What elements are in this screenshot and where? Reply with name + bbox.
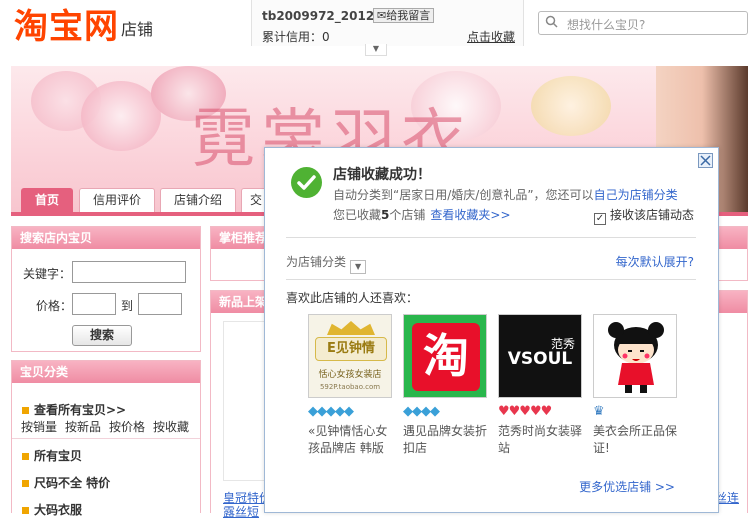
sort-by-favorites[interactable]: 按收藏: [153, 418, 189, 435]
checkbox-icon[interactable]: ✓: [594, 213, 606, 225]
price-label: 价格：: [36, 299, 73, 313]
keyword-label: 关键字：: [23, 267, 72, 281]
category-label: 尺码不全 特价: [34, 476, 111, 490]
success-check-icon: [291, 167, 322, 198]
divider: [286, 279, 696, 280]
receive-updates-label: 接收该店铺动态: [610, 208, 695, 222]
shop-logo[interactable]: 范秀 VSOUL: [498, 314, 582, 398]
collected-count-text: 您已收藏5个店铺 查看收藏夹>>: [333, 206, 511, 223]
recommended-shop[interactable]: ♛ 美衣会所正品保证!: [593, 314, 677, 457]
auto-prefix: 自动分类到: [333, 188, 394, 202]
message-icon: ✉: [377, 9, 387, 22]
shop-name[interactable]: 美衣会所正品保证!: [593, 423, 677, 457]
tab-home[interactable]: 首页: [21, 188, 73, 212]
price-max-input[interactable]: [138, 293, 182, 315]
collected-suffix: 个店铺: [389, 208, 426, 222]
panel-title: 宝贝分类: [12, 361, 200, 383]
taobao-logo[interactable]: 淘宝网 店铺: [14, 0, 154, 47]
category-label: 大码衣服: [34, 503, 83, 517]
bullet-icon: [22, 407, 29, 414]
crown-icon: [327, 321, 375, 335]
product-thumb[interactable]: [223, 321, 268, 481]
sort-by-sales[interactable]: 按销量: [21, 418, 57, 435]
category-item[interactable]: 所有宝贝: [22, 447, 82, 464]
view-favorites-link[interactable]: 查看收藏夹>>: [430, 208, 510, 222]
credit-info: 累计信用：0: [262, 28, 330, 45]
collected-prefix: 您已收藏: [333, 208, 382, 222]
recommended-shop[interactable]: 范秀 VSOUL ♥♥♥♥♥ 范秀时尚女装驿站: [498, 314, 582, 457]
flower-decoration: [81, 81, 161, 151]
credit-label: 累计信用：: [262, 30, 323, 44]
leave-message-label: 给我留言: [386, 9, 431, 22]
also-like-label: 喜欢此店铺的人还喜欢：: [286, 291, 419, 305]
diamond-rank-icon: ◆◆◆◆: [403, 404, 440, 419]
tab-credit-rating[interactable]: 信用评价: [79, 188, 155, 212]
flower-decoration: [531, 76, 611, 136]
shop-logo[interactable]: E见钟情 恬心女孩女装店 592P.taobao.com: [308, 314, 392, 398]
auto-category-text: 自动分类到“居家日用/婚庆/创意礼品”，您还可以自己为店铺分类: [333, 186, 678, 203]
shop-name[interactable]: «见钟情恬心女孩品牌店 韩版: [308, 423, 392, 457]
shop-logo-text: E见钟情: [315, 337, 387, 361]
top-bar: 淘宝网 店铺 tb2009972_2012 ✉给我留言 累计信用：0 点击收藏 …: [0, 0, 748, 56]
search-button[interactable]: 搜索: [72, 325, 132, 346]
credit-value: 0: [322, 30, 330, 44]
panel-title: 搜索店内宝贝: [12, 227, 200, 249]
shop-logo-url: 592P.taobao.com: [319, 383, 381, 391]
bullet-icon: [22, 453, 29, 460]
heart-rank-icon: ♥♥♥♥♥: [498, 404, 552, 419]
shop-logo-text: VSOUL: [507, 349, 573, 369]
sort-by-price[interactable]: 按价格: [109, 418, 145, 435]
close-icon[interactable]: [698, 153, 713, 168]
price-min-input[interactable]: [72, 293, 116, 315]
expand-default-link[interactable]: 每次默认展开?: [616, 253, 694, 270]
seller-info: tb2009972_2012 ✉给我留言 累计信用：0 点击收藏: [251, 0, 524, 46]
dialog-title: 店铺收藏成功！: [333, 167, 431, 183]
category-item[interactable]: 大码衣服: [22, 501, 82, 518]
shop-logo-subtext: 恬心女孩女装店: [318, 370, 382, 380]
price-to-label: 到: [121, 299, 134, 313]
logo-text: 淘宝网: [14, 6, 119, 47]
leave-message-button[interactable]: ✉给我留言: [373, 8, 435, 23]
shop-search-panel: 搜索店内宝贝 关键字： 价格： 到 搜索: [11, 226, 201, 352]
shop-logo-text: 淘: [412, 323, 480, 391]
view-all-items-link[interactable]: 查看所有宝贝>>: [22, 401, 126, 418]
sort-by-new[interactable]: 按新品: [65, 418, 101, 435]
crown-rank-icon: ♛: [593, 404, 605, 419]
search-placeholder: 想找什么宝贝?: [567, 18, 646, 32]
shop-name[interactable]: 范秀时尚女装驿站: [498, 423, 582, 457]
receive-updates-checkbox[interactable]: ✓ 接收该店铺动态: [594, 206, 694, 225]
shop-logo[interactable]: 淘: [403, 314, 487, 398]
recommended-shop[interactable]: 淘 ◆◆◆◆ 遇见品牌女装折扣店: [403, 314, 487, 457]
divider: [12, 438, 200, 439]
search-input[interactable]: 想找什么宝贝?: [538, 11, 748, 35]
shop-logo[interactable]: [593, 314, 677, 398]
divider: [286, 237, 696, 238]
category-label: 所有宝贝: [34, 449, 83, 463]
favorite-shop-link[interactable]: 点击收藏: [467, 28, 515, 45]
view-all-label: 查看所有宝贝>>: [34, 403, 127, 417]
self-classify-link[interactable]: 自己为店铺分类: [594, 188, 678, 202]
tab-shop-intro[interactable]: 店铺介绍: [160, 188, 236, 212]
chevron-down-icon[interactable]: ▼: [350, 260, 367, 274]
category-item[interactable]: 尺码不全 特价: [22, 474, 110, 491]
classify-label: 为店铺分类: [286, 255, 347, 269]
diamond-rank-icon: ◆◆◆◆◆: [308, 404, 354, 419]
chevron-down-icon[interactable]: ▼: [365, 44, 387, 56]
search-icon: [545, 15, 558, 28]
more-shops-link[interactable]: 更多优选店铺 >>: [579, 478, 675, 495]
bullet-icon: [22, 480, 29, 487]
product-title-link[interactable]: 露丝短: [223, 503, 259, 520]
keyword-input[interactable]: [72, 261, 186, 283]
cartoon-girl-icon: [608, 322, 664, 393]
classify-dropdown[interactable]: 为店铺分类 ▼: [286, 253, 367, 274]
category-panel: 宝贝分类 查看所有宝贝>> 按销量 按新品 按价格 按收藏 所有宝贝 尺码不全 …: [11, 360, 201, 517]
logo-subtext: 店铺: [121, 20, 154, 39]
shop-name[interactable]: 遇见品牌女装折扣店: [403, 423, 487, 457]
recommended-shop[interactable]: E见钟情 恬心女孩女装店 592P.taobao.com ◆◆◆◆◆ «见钟情恬…: [308, 314, 392, 457]
auto-suffix: ，您还可以: [533, 188, 594, 202]
favorite-success-dialog: 店铺收藏成功！ 自动分类到“居家日用/婚庆/创意礼品”，您还可以自己为店铺分类 …: [264, 147, 719, 513]
seller-name[interactable]: tb2009972_2012: [262, 9, 374, 23]
auto-category: “居家日用/婚庆/创意礼品”: [393, 188, 534, 202]
